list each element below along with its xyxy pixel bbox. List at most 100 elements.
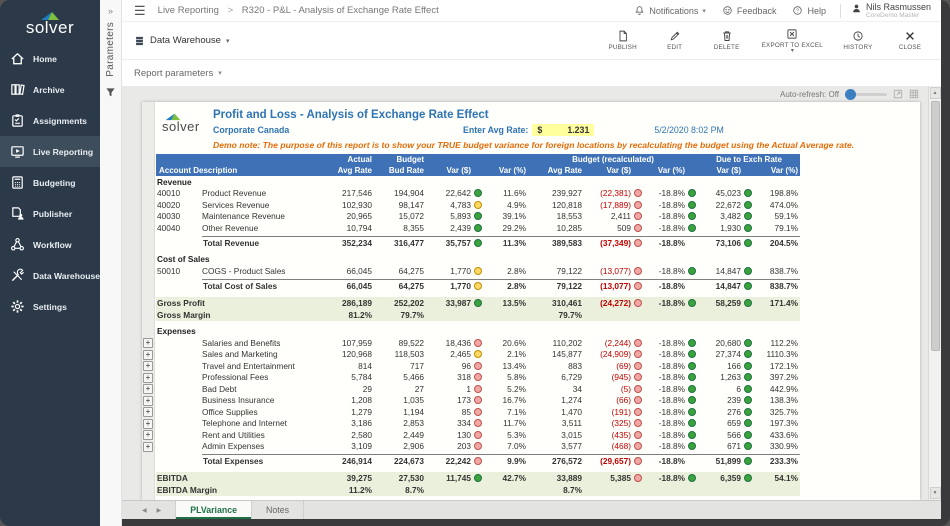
red-indicator-icon [634, 350, 642, 359]
data-source-selector[interactable]: Data Warehouse ▾ [134, 35, 229, 47]
table-cell: 11,745 [426, 473, 484, 483]
sidebar-item-live-reporting[interactable]: Live Reporting [0, 136, 100, 167]
table-cell: (13,077) [584, 266, 644, 276]
vertical-scrollbar[interactable]: ▲ ▼ [928, 86, 941, 500]
feedback-menu[interactable]: Feedback [722, 5, 777, 16]
avg-rate-label: Enter Avg Rate: [463, 125, 529, 135]
band-label: EBITDA [157, 473, 188, 483]
expand-row-button[interactable]: + [143, 361, 153, 371]
table-cell: -18.8% [644, 278, 698, 292]
red-indicator-icon [634, 281, 642, 290]
sheet-tab-notes[interactable]: Notes [252, 501, 305, 519]
auto-refresh-slider[interactable] [845, 88, 887, 100]
sidebar-item-budgeting[interactable]: Budgeting [0, 167, 100, 198]
sidebar-item-settings[interactable]: Settings [0, 291, 100, 322]
user-menu[interactable]: Nils Rasmussen CoreDemo Master [851, 2, 931, 20]
table-cell: (69) [584, 361, 644, 371]
expand-row-button[interactable]: + [143, 407, 153, 417]
table-cell: (66) [584, 395, 644, 405]
expand-row-button[interactable]: + [143, 338, 153, 348]
table-cell: 194,904 [394, 188, 424, 199]
column-header: Var (%) [498, 166, 526, 175]
export-to-excel-button[interactable]: EXPORT TO EXCEL ▾ [762, 28, 823, 54]
delete-button[interactable]: DELETE [710, 28, 744, 53]
expand-row-button[interactable]: + [143, 442, 153, 452]
sidebar-item-data-warehouse[interactable]: Data Warehouse [0, 260, 100, 291]
account-description: Professional Fees [202, 372, 269, 383]
table-cell: 1,194 [403, 406, 424, 417]
sidebar-item-archive[interactable]: Archive [0, 74, 100, 105]
sheet-next-arrow-icon[interactable]: ▶ [157, 507, 162, 514]
report-parameters-toggle[interactable]: Report parameters ▾ [134, 68, 222, 79]
expand-row-button[interactable]: + [143, 396, 153, 406]
expand-row-button[interactable]: + [143, 350, 153, 360]
sidebar-item-label: Assignments [33, 115, 87, 126]
sheet-tab-bar: ◀ ▶ PLVariance Notes [122, 500, 941, 519]
expand-panel-chevron-icon[interactable]: » [108, 6, 113, 16]
table-cell: 102,930 [342, 199, 372, 210]
open-in-new-window-icon[interactable] [893, 89, 903, 99]
report-parameters-label: Report parameters [134, 67, 214, 79]
green-indicator-icon [688, 350, 696, 359]
grid-view-icon[interactable] [909, 89, 919, 99]
table-row: Total Expenses 246,914 224,673 22,242 9.9% 27… [156, 454, 800, 467]
account-code: 40040 [157, 222, 181, 233]
sidebar-item-assignments[interactable]: Assignments [0, 105, 100, 136]
scroll-down-arrow-icon[interactable]: ▼ [929, 487, 941, 499]
red-indicator-icon [634, 189, 642, 198]
sidebar-item-workflow[interactable]: Workflow [0, 229, 100, 260]
table-cell: 27,374 [698, 349, 754, 359]
breadcrumb-section[interactable]: Live Reporting [158, 5, 219, 16]
scrollbar-thumb[interactable] [930, 101, 940, 351]
report-page: + + + + + + + + + + solver Profit and Lo… [142, 102, 920, 500]
account-description: Sales and Marketing [202, 349, 278, 360]
table-cell: (13,077) [584, 278, 644, 292]
table-cell: 2.1% [507, 349, 526, 360]
table-row: Cost of Sales [156, 254, 800, 266]
table-cell: 22,672 [698, 200, 754, 210]
close-button[interactable]: CLOSE [893, 28, 927, 53]
table-cell: 27,530 [398, 473, 424, 483]
sidebar-item-publisher[interactable]: Publisher [0, 198, 100, 229]
green-indicator-icon [474, 474, 482, 482]
history-button[interactable]: HISTORY [841, 28, 875, 53]
slider-knob[interactable] [845, 88, 856, 100]
parameters-panel-collapsed[interactable]: » Parameters [100, 0, 122, 526]
yellow-indicator-icon [474, 350, 482, 359]
table-cell: 325.7% [769, 406, 798, 417]
sidebar-item-home[interactable]: Home [0, 43, 100, 74]
table-cell: 22,642 [426, 188, 484, 198]
notifications-menu[interactable]: Notifications ▾ [634, 5, 706, 16]
data-warehouse-icon [10, 268, 25, 283]
publish-button[interactable]: PUBLISH [606, 28, 640, 53]
report-title: Profit and Loss - Analysis of Exchange R… [213, 109, 489, 121]
table-cell: (17,889) [584, 200, 644, 210]
report-solver-logo-text: solver [162, 119, 200, 134]
table-cell: 45,023 [698, 188, 754, 198]
expand-row-button[interactable]: + [143, 430, 153, 440]
help-menu[interactable]: ? Help [792, 5, 826, 16]
filter-icon [105, 85, 116, 103]
table-cell: 814 [358, 360, 372, 371]
table-row: Telephone and Internet 3,186 2,853 334 11.7%… [156, 418, 800, 430]
sheet-prev-arrow-icon[interactable]: ◀ [142, 507, 147, 514]
table-row: Office Supplies 1,279 1,194 85 7.1% 1,470 (191… [156, 406, 800, 418]
hamburger-menu-icon[interactable]: ☰ [134, 4, 146, 17]
scroll-up-arrow-icon[interactable]: ▲ [929, 87, 941, 99]
expand-row-button[interactable]: + [143, 384, 153, 394]
total-label: Total Revenue [202, 235, 322, 249]
edit-button[interactable]: EDIT [658, 28, 692, 53]
feedback-label: Feedback [736, 5, 777, 16]
red-indicator-icon [474, 338, 482, 347]
table-cell: -18.8% [644, 384, 698, 394]
expand-row-button[interactable]: + [143, 419, 153, 429]
solver-logo-text: solver [25, 18, 75, 37]
sheet-tab-plvariance[interactable]: PLVariance [175, 501, 253, 519]
column-header: Var ($) [716, 166, 741, 175]
table-cell: -18.8% [644, 266, 698, 276]
table-cell: 54.1% [774, 473, 798, 483]
green-indicator-icon [744, 457, 752, 465]
expand-row-button[interactable]: + [143, 373, 153, 383]
avg-rate-input[interactable]: $ 1.231 [532, 124, 595, 136]
table-row: Admin Expenses 3,109 2,906 203 7.0% 3,577 (468… [156, 441, 800, 453]
